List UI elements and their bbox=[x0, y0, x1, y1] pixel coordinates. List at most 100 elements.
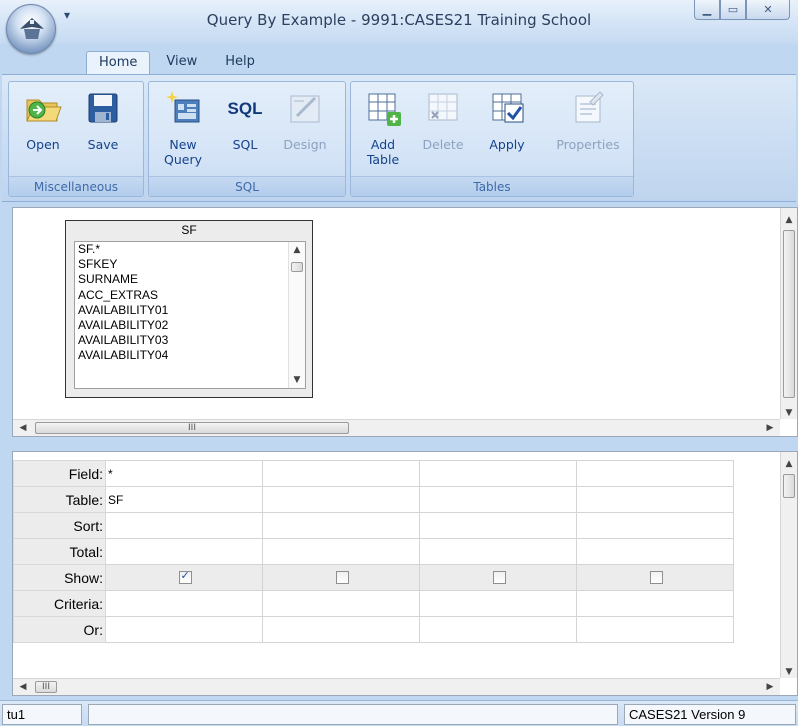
grid-cell-or[interactable] bbox=[105, 616, 263, 643]
field-item[interactable]: AVAILABILITY03 bbox=[75, 333, 305, 348]
query-criteria-grid[interactable]: Field: * Table: SF Sort: Total: Show: ✓ … bbox=[12, 451, 798, 696]
row-label-criteria: Criteria: bbox=[13, 590, 106, 617]
status-message bbox=[88, 704, 618, 725]
ribbon: Open Save Miscellaneous New Query SQL SQ… bbox=[2, 74, 796, 202]
grid-horizontal-scrollbar[interactable]: ◀ III ▶ bbox=[13, 678, 780, 695]
scroll-thumb[interactable] bbox=[291, 262, 303, 272]
grid-cell-total[interactable] bbox=[419, 538, 577, 565]
app-logo-icon bbox=[20, 18, 44, 39]
grid-cell-show bbox=[262, 564, 420, 591]
scroll-left-icon[interactable]: ◀ bbox=[15, 420, 31, 436]
row-label-total: Total: bbox=[13, 538, 106, 565]
sql-label: SQL bbox=[232, 137, 258, 152]
row-label-sort: Sort: bbox=[13, 512, 106, 539]
tab-view[interactable]: View bbox=[154, 51, 209, 75]
pane-splitter[interactable] bbox=[12, 437, 798, 451]
scroll-down-icon[interactable]: ▼ bbox=[781, 405, 797, 421]
minimize-button[interactable]: ▁ bbox=[694, 0, 720, 20]
design-button[interactable]: Design bbox=[277, 88, 333, 152]
grid-cell-table[interactable] bbox=[576, 486, 734, 513]
office-orb-button[interactable] bbox=[6, 4, 56, 54]
sql-button[interactable]: SQL SQL bbox=[217, 88, 273, 152]
maximize-button[interactable]: ▭ bbox=[720, 0, 746, 20]
group-label-tables: Tables bbox=[351, 176, 633, 196]
add-table-label: Add Table bbox=[366, 137, 400, 167]
field-item[interactable]: AVAILABILITY04 bbox=[75, 348, 305, 363]
grid-cell-criteria[interactable] bbox=[105, 590, 263, 617]
grid-cell-show bbox=[419, 564, 577, 591]
grid-cell-field[interactable] bbox=[419, 460, 577, 487]
grid-cell-criteria[interactable] bbox=[262, 590, 420, 617]
grid-cell-or[interactable] bbox=[576, 616, 734, 643]
grid-cell-criteria[interactable] bbox=[576, 590, 734, 617]
scroll-up-icon[interactable]: ▲ bbox=[289, 242, 305, 258]
scroll-left-icon[interactable]: ◀ bbox=[15, 679, 31, 695]
properties-label: Properties bbox=[556, 137, 620, 152]
grid-cell-or[interactable] bbox=[262, 616, 420, 643]
field-item[interactable]: SFKEY bbox=[75, 257, 305, 272]
tab-home[interactable]: Home bbox=[86, 51, 151, 75]
scroll-down-icon[interactable]: ▼ bbox=[781, 664, 797, 680]
tab-help[interactable]: Help bbox=[213, 51, 267, 75]
scroll-thumb[interactable] bbox=[783, 230, 795, 398]
field-item[interactable]: SURNAME bbox=[75, 272, 305, 287]
grid-cell-field[interactable] bbox=[262, 460, 420, 487]
scroll-right-icon[interactable]: ▶ bbox=[762, 679, 778, 695]
scroll-right-icon[interactable]: ▶ bbox=[762, 420, 778, 436]
scroll-thumb[interactable] bbox=[783, 474, 795, 498]
field-item[interactable]: AVAILABILITY01 bbox=[75, 303, 305, 318]
grid-cell-sort[interactable] bbox=[105, 512, 263, 539]
show-checkbox[interactable] bbox=[649, 571, 663, 584]
grid-cell-show bbox=[576, 564, 734, 591]
group-miscellaneous: Open Save Miscellaneous bbox=[8, 81, 144, 197]
show-checkbox[interactable] bbox=[178, 569, 192, 584]
grid-cell-table[interactable] bbox=[419, 486, 577, 513]
grid-cell-field[interactable] bbox=[576, 460, 734, 487]
field-item[interactable]: ACC_EXTRAS bbox=[75, 288, 305, 303]
group-tables: Add Table Delete Apply Properties Tables bbox=[350, 81, 634, 197]
design-vertical-scrollbar[interactable]: ▲ ▼ bbox=[780, 208, 797, 419]
open-button[interactable]: Open bbox=[15, 88, 71, 152]
field-list-scrollbar[interactable]: ▲ ▼ bbox=[288, 242, 305, 388]
grid-vertical-scrollbar[interactable]: ▲ ▼ bbox=[780, 452, 797, 678]
field-item[interactable]: SF.* bbox=[75, 242, 305, 257]
new-query-button[interactable]: New Query bbox=[155, 88, 211, 167]
grid-cell-table[interactable]: SF bbox=[105, 486, 263, 513]
scroll-thumb[interactable]: III bbox=[35, 681, 57, 693]
window-title: Query By Example - 9991:CASES21 Training… bbox=[206, 11, 592, 29]
grid-cell-total[interactable] bbox=[576, 538, 734, 565]
design-icon bbox=[290, 95, 320, 123]
close-button[interactable]: ✕ bbox=[746, 0, 790, 20]
scroll-up-icon[interactable]: ▲ bbox=[781, 212, 797, 228]
grid-cell-or[interactable] bbox=[419, 616, 577, 643]
scroll-up-icon[interactable]: ▲ bbox=[781, 456, 797, 472]
save-button[interactable]: Save bbox=[75, 88, 131, 152]
open-label: Open bbox=[26, 137, 60, 152]
row-label-field: Field: bbox=[13, 460, 106, 487]
show-checkbox[interactable] bbox=[492, 571, 506, 584]
table-field-list[interactable]: SF.* SFKEY SURNAME ACC_EXTRAS AVAILABILI… bbox=[74, 241, 306, 389]
delete-button[interactable]: Delete bbox=[415, 88, 471, 152]
grid-cell-sort[interactable] bbox=[576, 512, 734, 539]
field-item[interactable]: AVAILABILITY02 bbox=[75, 318, 305, 333]
show-checkbox[interactable] bbox=[335, 571, 349, 584]
grid-cell-sort[interactable] bbox=[419, 512, 577, 539]
grid-cell-table[interactable] bbox=[262, 486, 420, 513]
add-table-icon bbox=[368, 93, 401, 126]
design-horizontal-scrollbar[interactable]: ◀ III ▶ bbox=[13, 419, 780, 436]
query-design-area[interactable]: SF SF.* SFKEY SURNAME ACC_EXTRAS AVAILAB… bbox=[12, 207, 798, 437]
grid-cell-total[interactable] bbox=[105, 538, 263, 565]
grid-cell-sort[interactable] bbox=[262, 512, 420, 539]
grid-cell-total[interactable] bbox=[262, 538, 420, 565]
apply-button[interactable]: Apply bbox=[479, 88, 535, 152]
delete-table-icon bbox=[428, 93, 458, 121]
new-query-label: New Query bbox=[164, 137, 202, 167]
properties-button[interactable]: Properties bbox=[549, 88, 627, 152]
design-label: Design bbox=[283, 137, 327, 152]
table-sf-box[interactable]: SF SF.* SFKEY SURNAME ACC_EXTRAS AVAILAB… bbox=[65, 220, 313, 398]
scroll-down-icon[interactable]: ▼ bbox=[289, 372, 305, 388]
grid-cell-criteria[interactable] bbox=[419, 590, 577, 617]
grid-cell-field[interactable]: * bbox=[105, 460, 263, 487]
scroll-thumb[interactable]: III bbox=[35, 422, 349, 434]
add-table-button[interactable]: Add Table bbox=[355, 88, 411, 167]
